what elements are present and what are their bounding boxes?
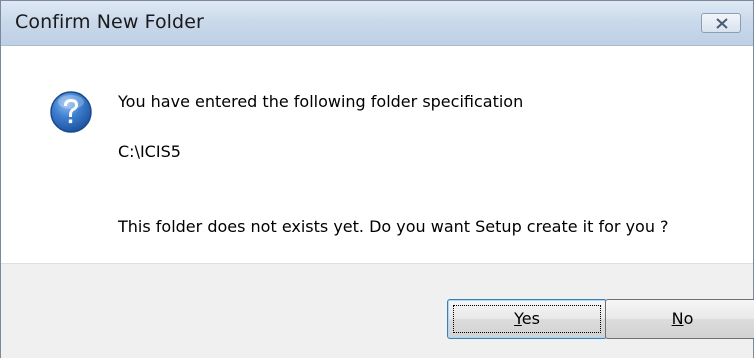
dialog-content: You have entered the following folder sp…: [1, 46, 753, 263]
no-button[interactable]: No: [605, 299, 754, 339]
folder-path: C:\ICIS5: [118, 142, 181, 161]
yes-button[interactable]: Yes: [447, 299, 607, 339]
yes-button-label: Yes: [514, 309, 540, 328]
message-heading: You have entered the following folder sp…: [118, 92, 524, 111]
question-icon: [50, 91, 92, 133]
message-question: This folder does not exists yet. Do you …: [118, 217, 669, 236]
no-button-label: No: [672, 309, 694, 328]
confirm-dialog: Confirm New Folder You have entered the …: [0, 0, 754, 358]
yes-label-rest: es: [521, 309, 540, 328]
title-bar[interactable]: Confirm New Folder: [1, 1, 753, 46]
window-title: Confirm New Folder: [15, 11, 204, 33]
close-button[interactable]: [701, 13, 741, 33]
no-accelerator: N: [671, 309, 684, 328]
close-icon: [716, 18, 728, 29]
no-label-rest: o: [683, 309, 694, 328]
button-bar: Yes No: [1, 263, 754, 358]
yes-accelerator: Y: [514, 309, 522, 328]
